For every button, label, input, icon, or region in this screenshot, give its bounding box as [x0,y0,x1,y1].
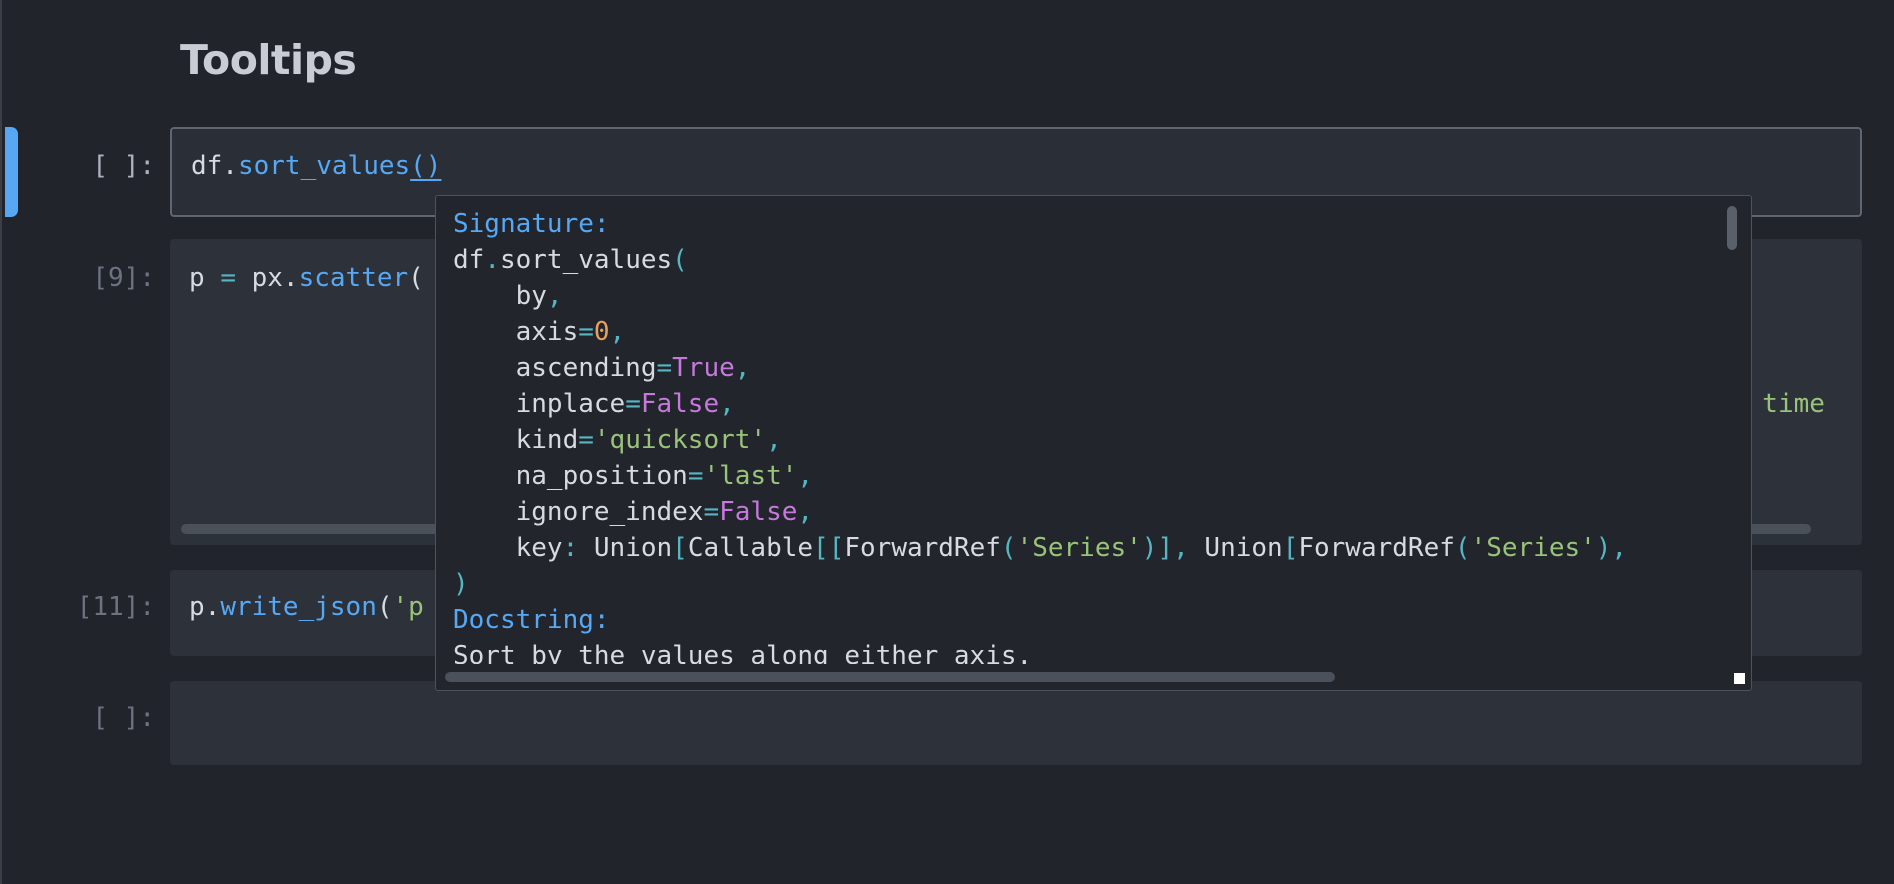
tooltip-token: [ [1282,533,1299,563]
tooltip-line: by, [453,278,1723,314]
tooltip-token: ForwardRef [1298,533,1455,563]
code-token: scatter [298,263,409,293]
cell-prompt: [9]: [92,263,155,293]
cell-prompt: [ ]: [92,703,155,733]
tooltip-token: )], [1141,533,1189,563]
tooltip-token: . [484,245,500,275]
tooltip-token: df [453,245,485,275]
tooltip-content: Signature: df.sort_values( by, axis=0, as… [453,206,1723,664]
code-line: df.sort_values() [191,151,441,181]
tooltip-token: 'quicksort' [593,425,767,455]
code-token: () [410,151,442,181]
tooltip-token: , [609,317,626,347]
tooltip-line: key: Union[Callable[[ForwardRef('Series'… [453,530,1723,566]
tooltip-token: 'Series' [1016,533,1142,563]
tooltip-line: kind='quicksort', [453,422,1723,458]
code-editor[interactable] [170,681,1862,765]
tooltip-line: df.sort_values( [453,242,1723,278]
tooltip-token: 'last' [703,461,798,491]
tooltip-token: kind [453,425,579,455]
code-token: px. [235,263,299,293]
tooltip-token: , [546,281,563,311]
tooltip-line: axis=0, [453,314,1723,350]
tooltip-token: sort_values [499,245,673,275]
tooltip-token [1627,533,1643,563]
tooltip-token: = [578,317,594,347]
tooltip-token: = [578,425,594,455]
tooltip-token: 0 [593,317,610,347]
tooltip-vertical-scrollbar[interactable] [1727,206,1737,250]
code-token: 'p [392,592,424,622]
code-token: df. [191,151,238,181]
code-line: p.write_json('p [189,592,424,622]
tooltip-token: ( [1000,533,1017,563]
tooltip-token: , [797,461,814,491]
tooltip-horizontal-scrollbar[interactable] [445,672,1335,682]
tooltip-token: = [703,497,720,527]
tooltip-token: ( [672,245,688,275]
tooltip-token: : [562,533,579,563]
tooltip-line: Signature: [453,206,1723,242]
tooltip-token: Signature: [453,209,610,239]
tooltip-line: na_position='last', [453,458,1723,494]
tooltip-line: Docstring: [453,602,1723,638]
tooltip-token: Sort by the values along either axis. [453,641,1033,664]
tooltip-token: by [453,281,547,311]
cell-prompt: [11]: [76,592,155,622]
tooltip-token: ) [453,569,469,599]
tooltip-token: , [734,353,751,383]
section-heading: Tooltips [180,36,357,84]
tooltip-token: ForwardRef [844,533,1001,563]
tooltip-token: , [719,389,735,419]
tooltip-token: inplace [453,389,626,419]
tooltip-token: key [453,533,563,563]
tooltip-token: True [672,353,735,383]
tooltip-token: False [640,389,720,419]
code-token: p [189,263,221,293]
tooltip-token: axis [453,317,579,347]
tooltip-token: Callable [687,533,814,563]
tooltip-token: ( [1454,533,1471,563]
tooltip-token: = [625,389,641,419]
code-token: sort_values [237,151,411,181]
resize-handle[interactable] [1734,673,1745,684]
tooltip-token: , [766,425,782,455]
tooltip-token: Union [1188,533,1283,563]
tooltip-token: ), [1595,533,1628,563]
tooltip-token: na_position [453,461,688,491]
tooltip-token: ignore_index [453,497,704,527]
notebook-cell-4[interactable]: [ ]: [0,681,1894,765]
code-token: ( [408,263,424,293]
tooltip-token: 'Series' [1470,533,1596,563]
tooltip-token: = [656,353,673,383]
tooltip-token: [[ [813,533,845,563]
code-token: ( [376,592,393,622]
cell-prompt: [ ]: [92,151,155,181]
tooltip-token: , [797,497,814,527]
tooltip-line: ascending=True, [453,350,1723,386]
tooltip-token: Union [578,533,673,563]
tooltip-line: ignore_index=False, [453,494,1723,530]
tooltip-line: inplace=False, [453,386,1723,422]
tooltip-token: ascending [453,353,657,383]
code-line: p = px.scatter( [189,263,424,293]
code-token: p. [189,592,221,622]
tooltip-token: = [687,461,704,491]
tooltip-line: Sort by the values along either axis. [453,638,1723,664]
signature-tooltip[interactable]: Signature: df.sort_values( by, axis=0, as… [435,195,1752,691]
code-token: = [220,263,236,293]
code-token: write_json [220,592,377,622]
tooltip-token: [ [672,533,688,563]
tooltip-line: ) [453,566,1723,602]
tooltip-token: False [719,497,798,527]
tooltip-token: Docstring: [453,605,610,635]
